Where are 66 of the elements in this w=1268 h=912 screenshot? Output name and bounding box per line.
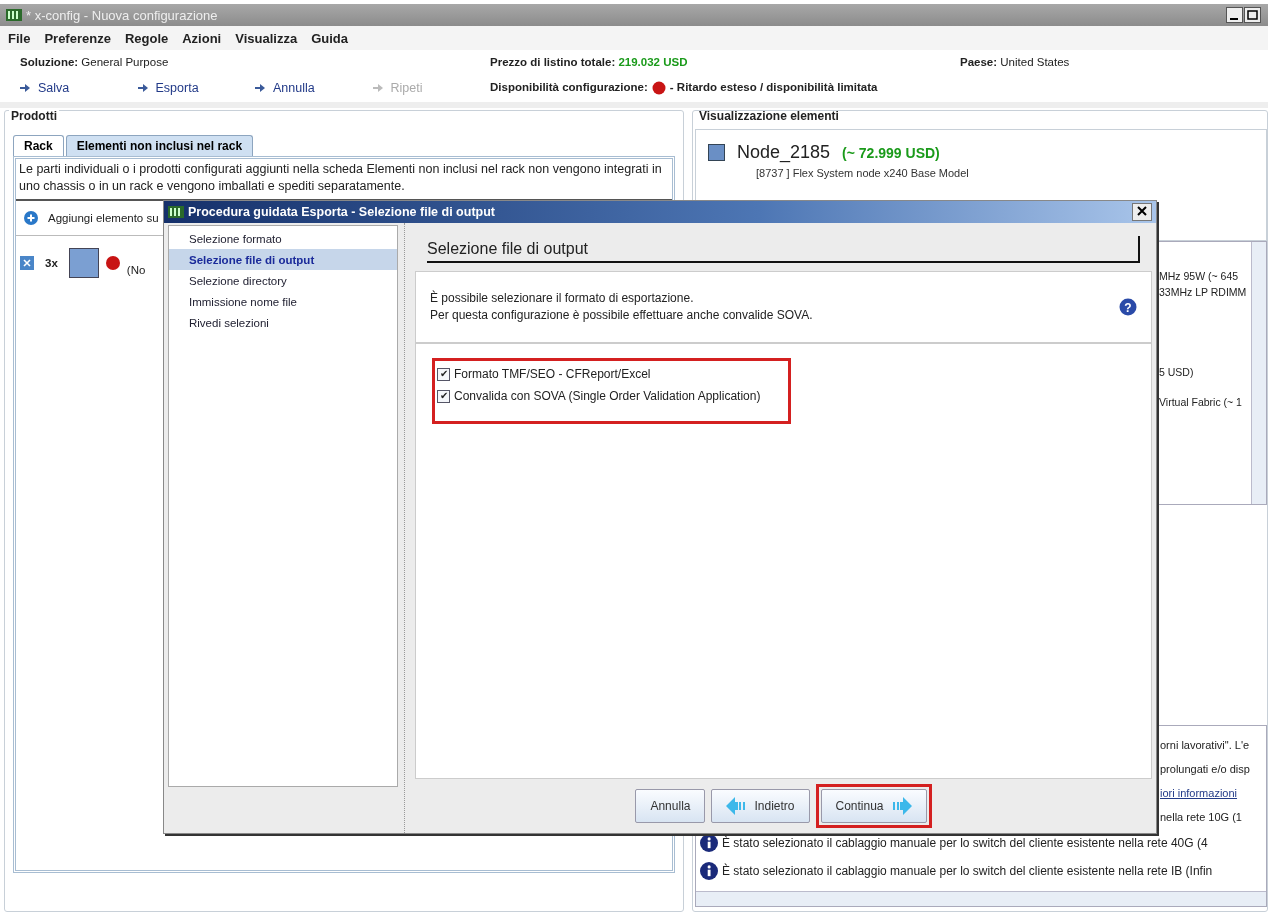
- option-label: Formato TMF/SEO - CFReport/Excel: [454, 367, 651, 381]
- app-icon: [6, 9, 22, 21]
- item-text: (No: [126, 264, 146, 276]
- message-text: È stato selezionato il cablaggio manuale per lo switch del cliente esistente nella rete IB (Infin: [722, 864, 1213, 878]
- help-icon[interactable]: ?: [1119, 298, 1137, 316]
- menu-item[interactable]: Preferenze: [44, 30, 111, 46]
- node-name: Node_2185: [737, 142, 831, 163]
- tab[interactable]: Elementi non inclusi nel rack: [65, 135, 254, 156]
- step-item[interactable]: Immissione nome file: [169, 291, 397, 312]
- item-square-icon: [68, 248, 99, 278]
- app-icon: [168, 206, 184, 218]
- checkbox[interactable]: ✔: [437, 367, 450, 381]
- step-item[interactable]: Selezione file di output: [169, 249, 397, 270]
- option-label: Convalida con SOVA (Single Order Validation Application): [454, 389, 761, 403]
- menu-item[interactable]: Visualizza: [235, 30, 298, 46]
- checkbox[interactable]: ✔: [437, 389, 450, 403]
- node-price: (~ 72.999 USD): [842, 144, 940, 161]
- dialog-title: Procedura guidata Esporta - Selezione file di output: [188, 205, 496, 219]
- step-item[interactable]: Selezione formato: [169, 228, 397, 249]
- continue-button[interactable]: Continua: [820, 789, 927, 823]
- message-text: orni lavorativi". L'e: [1159, 738, 1251, 752]
- step-item[interactable]: Rivedi selezioni: [169, 312, 397, 333]
- panel-title: Prodotti: [9, 109, 59, 123]
- message-text: È stato selezionato il cablaggio manuale per lo switch del cliente esistente nella rete 40G (4: [722, 836, 1208, 850]
- window-controls-icon[interactable]: [1226, 7, 1262, 23]
- step-item[interactable]: Selezione directory: [169, 270, 397, 291]
- tab[interactable]: Rack: [13, 135, 64, 156]
- message-text: nella rete 10G (1: [1159, 810, 1243, 824]
- section-description: È possibile selezionare il formato di esportazione. Per questa configurazione è possibile effettuare anche convalide SOVA.: [430, 290, 814, 324]
- toolbar-link[interactable]: Salva: [20, 81, 138, 95]
- solution-text: Soluzione: General Purpose: [20, 56, 170, 68]
- menu-item[interactable]: Azioni: [182, 30, 222, 46]
- node-square-icon: [708, 144, 725, 161]
- info-icon: [700, 862, 718, 880]
- detail-text: Virtual Fabric (~ 1: [1159, 396, 1243, 408]
- close-icon: [1137, 206, 1147, 216]
- arrow-icon: [20, 84, 30, 92]
- close-button[interactable]: [1132, 203, 1152, 221]
- back-button[interactable]: Indietro: [711, 789, 810, 823]
- detail-text: MHz 95W (~ 645: [1159, 270, 1240, 282]
- menu-item[interactable]: Guida: [311, 30, 348, 46]
- info-link[interactable]: iori informazioni: [1160, 786, 1238, 800]
- stop-icon: [651, 81, 666, 95]
- stop-icon: [105, 256, 120, 270]
- remove-icon[interactable]: [20, 256, 34, 270]
- menu-item[interactable]: Regole: [124, 30, 169, 46]
- country-text: Paese: United States: [960, 56, 1071, 68]
- arrow-icon: [255, 84, 265, 92]
- node-model: [8737 ] Flex System node x240 Base Model: [755, 166, 970, 179]
- quantity-text: 3x: [45, 257, 58, 269]
- menu-item[interactable]: File: [8, 30, 31, 46]
- section-heading: Selezione file di output: [427, 235, 1140, 263]
- arrow-icon: [137, 84, 148, 92]
- window-title: * x-config - Nuova configurazione: [26, 7, 219, 23]
- add-icon[interactable]: [24, 211, 38, 225]
- cancel-button[interactable]: Annulla: [635, 789, 706, 823]
- message-text: prolungati e/o disp: [1159, 762, 1251, 776]
- detail-text: 33MHz LP RDIMM: [1159, 286, 1248, 298]
- panel-title: Visualizzazione elementi: [697, 111, 841, 123]
- toolbar-link[interactable]: Esporta: [137, 81, 255, 95]
- detail-text: 5 USD): [1159, 366, 1195, 378]
- add-item-label[interactable]: Aggiungi elemento su: [48, 212, 159, 224]
- toolbar-link[interactable]: Annulla: [255, 81, 373, 95]
- price-text: Prezzo di listino totale: 219.032 USD: [490, 56, 689, 68]
- arrow-icon: [372, 84, 383, 92]
- availability-label: Disponibilità configurazione: - Ritardo esteso / disponibilità limitata: [490, 81, 879, 95]
